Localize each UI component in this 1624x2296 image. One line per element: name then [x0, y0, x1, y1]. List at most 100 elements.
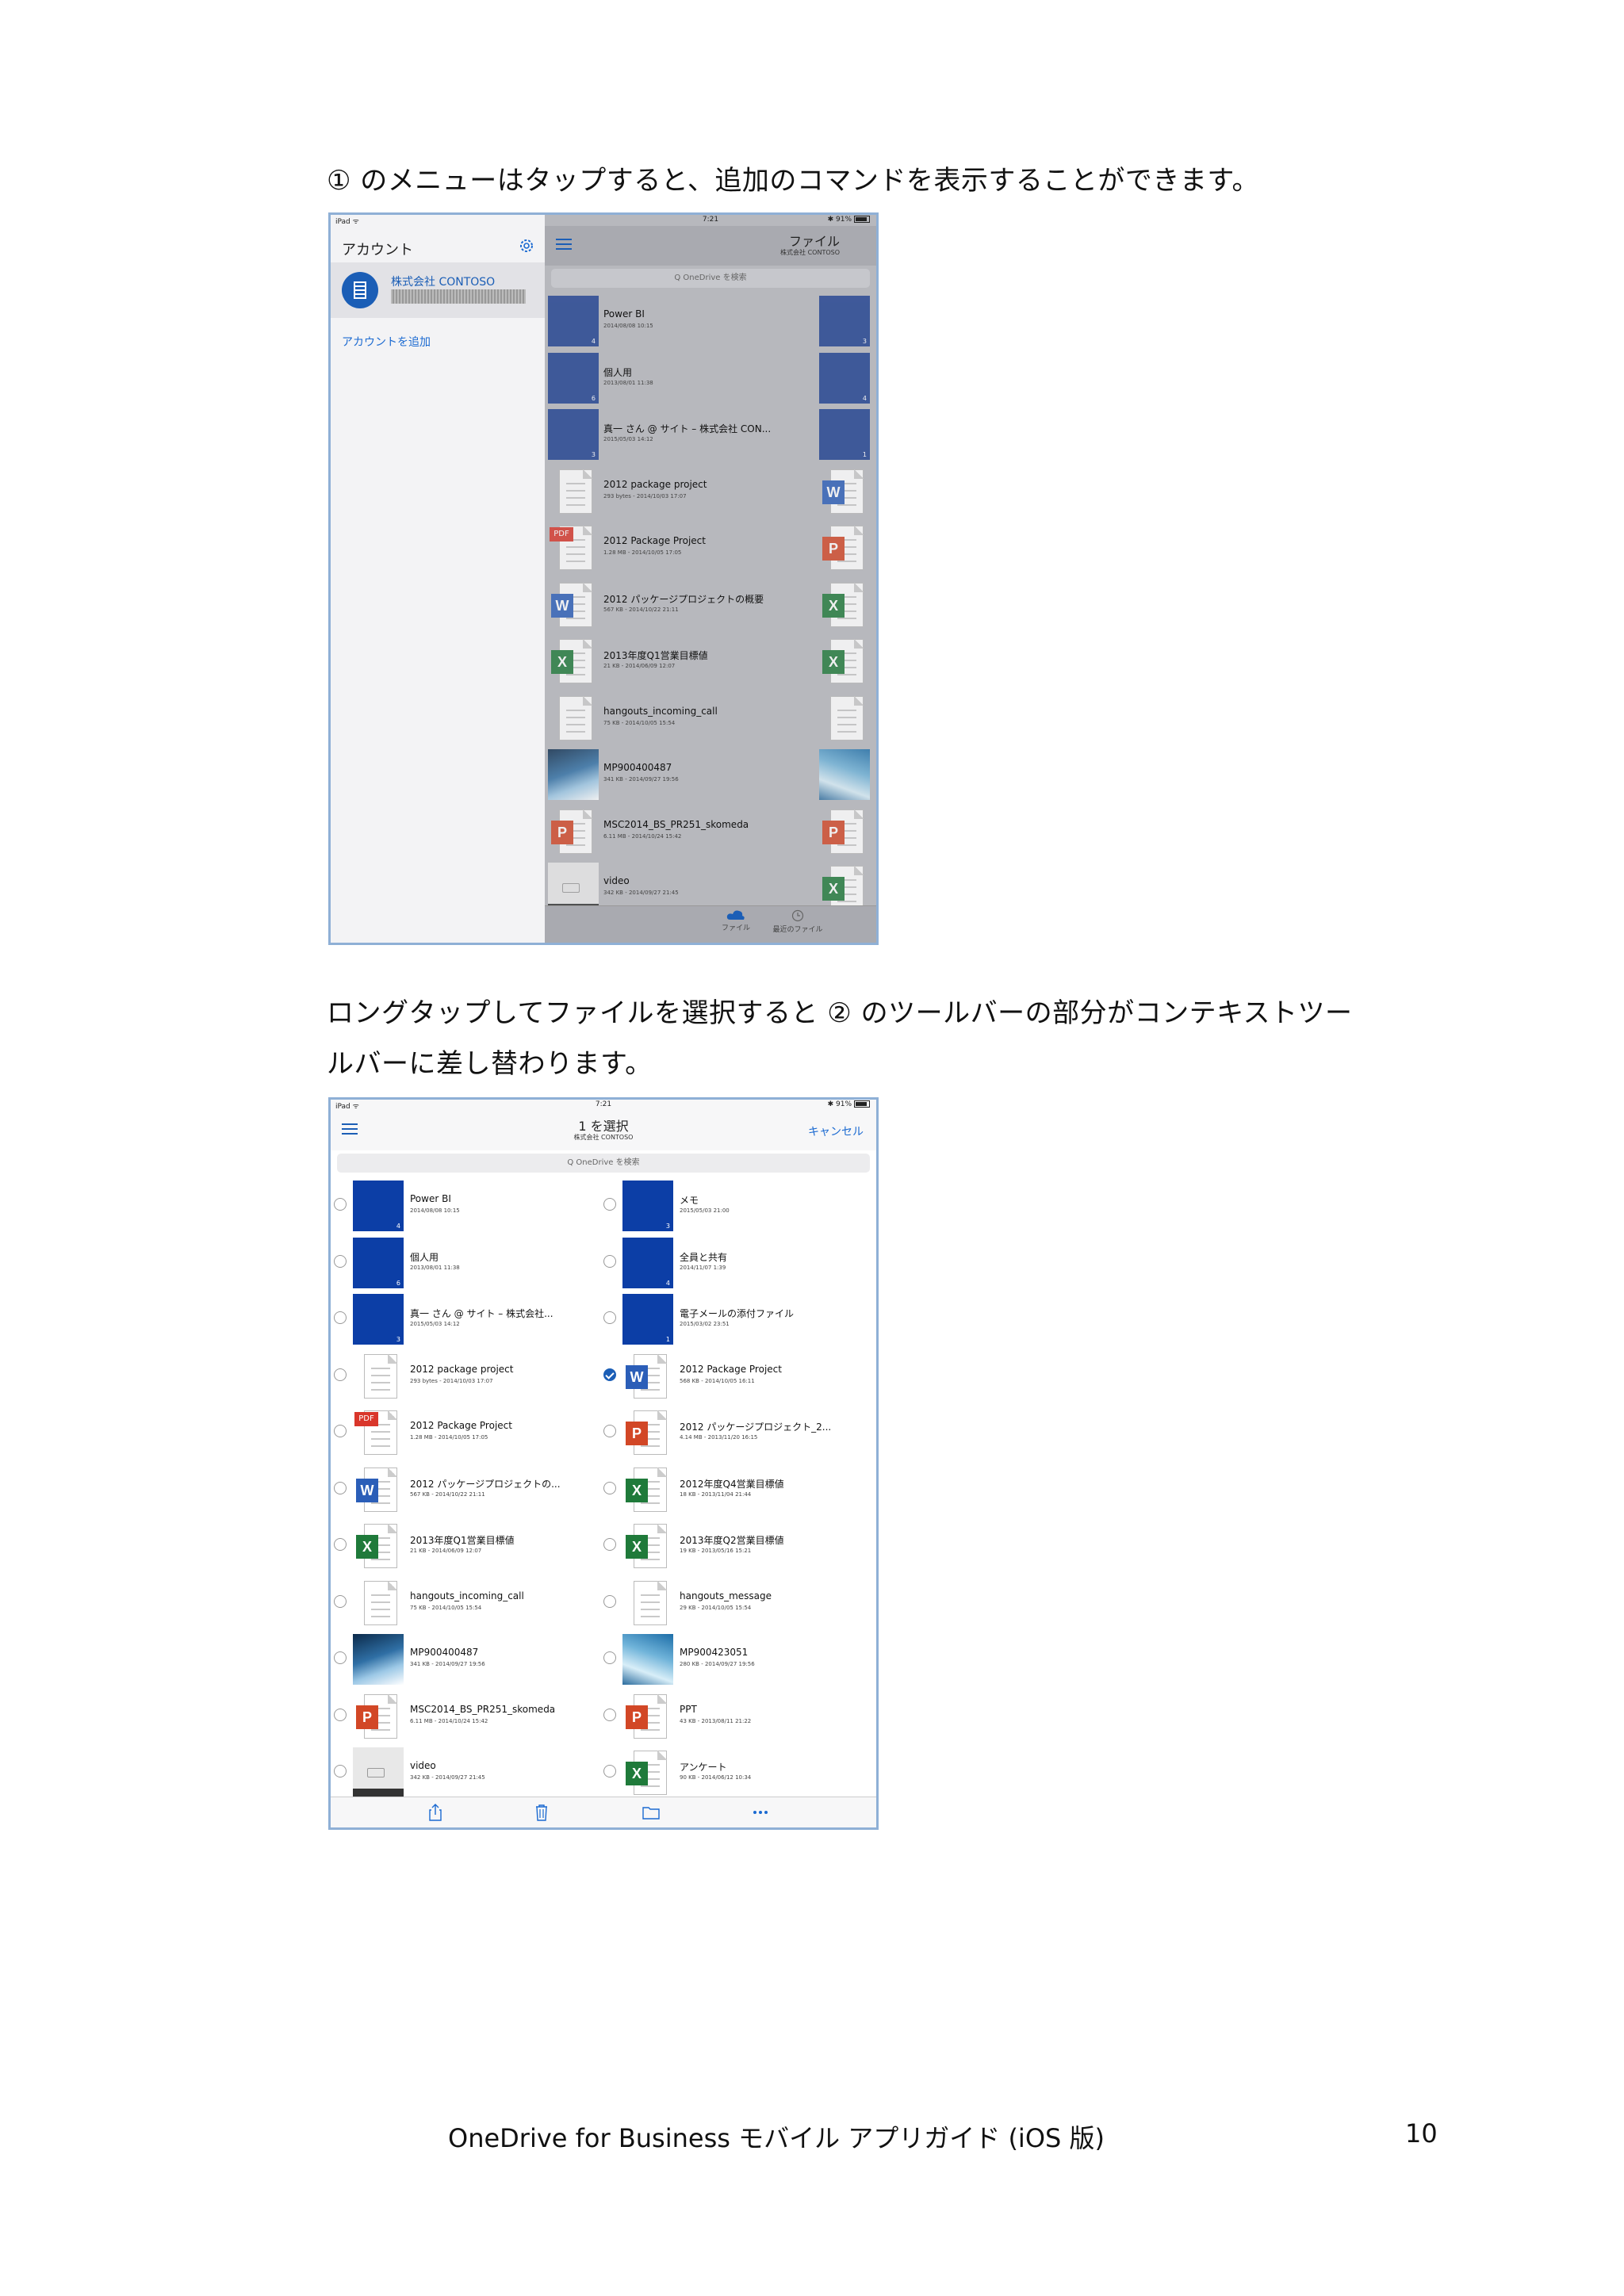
- powerpoint-icon: P: [626, 1422, 648, 1445]
- account-name: 株式会社 CONTOSO: [391, 276, 496, 289]
- file-row[interactable]: X 2012年度Q4営業目標値 18 KB - 2013/11/04 21:44: [600, 1463, 870, 1520]
- checkbox[interactable]: [334, 1368, 347, 1381]
- excel-icon: X: [822, 650, 845, 674]
- screenshot-menu: iPad ᯤ アカウント 株式会社 CONTOSO アカウントを追加 7:21 …: [328, 212, 879, 945]
- excel-icon: X: [822, 877, 845, 901]
- checkbox[interactable]: [603, 1651, 616, 1664]
- file-row[interactable]: MP900400487 341 KB - 2014/09/27 19:56: [545, 748, 876, 805]
- item-count: 4: [396, 1223, 400, 1230]
- status-bar: iPad ᯤ: [331, 215, 545, 226]
- file-row[interactable]: 3 メモ 2015/05/03 21:00: [600, 1179, 870, 1236]
- file-row[interactable]: PDF 2012 Package Project 1.28 MB - 2014/10…: [545, 521, 876, 578]
- file-row[interactable]: 3 真一 さん @ サイト – 株式会社... 2015/05/03 14:12: [331, 1292, 600, 1349]
- folder-icon[interactable]: [642, 1804, 661, 1821]
- file-meta: 293 bytes - 2014/10/03 17:07: [410, 1377, 493, 1384]
- file-row[interactable]: 6 個人用 2013/08/01 11:38 4: [545, 351, 876, 408]
- folder-icon: 1: [622, 1294, 673, 1345]
- add-account-link[interactable]: アカウントを追加: [342, 334, 431, 350]
- account-row[interactable]: 株式会社 CONTOSO: [331, 262, 545, 318]
- file-row[interactable]: X アンケート 90 KB - 2014/06/12 10:34: [600, 1746, 870, 1803]
- file-row[interactable]: P PPT 43 KB - 2013/08/11 21:22: [600, 1689, 870, 1747]
- checkbox[interactable]: [603, 1198, 616, 1211]
- file-row[interactable]: hangouts_incoming_call 75 KB - 2014/10/05…: [545, 691, 876, 748]
- file-row[interactable]: W 2012 パッケージプロジェクトの... 567 KB - 2014/10/22…: [331, 1463, 600, 1520]
- search-input[interactable]: Q OneDrive を検索: [337, 1154, 870, 1173]
- file-row[interactable]: W 2012 Package Project 568 KB - 2014/10/05…: [600, 1349, 870, 1406]
- file-name: 個人用: [603, 366, 633, 378]
- excel-icon: X: [626, 1535, 648, 1559]
- file-row[interactable]: P MSC2014_BS_PR251_skomeda 6.11 MB - 2014/…: [331, 1689, 600, 1747]
- file-thumbnail: X: [622, 1521, 673, 1571]
- text-line: [371, 1601, 390, 1603]
- checkbox[interactable]: [603, 1311, 616, 1324]
- file-meta: 29 KB - 2014/10/05 15:54: [680, 1604, 752, 1611]
- file-row[interactable]: P 2012 パッケージプロジェクト_2... 4.14 MB - 2013/11/…: [600, 1406, 870, 1463]
- file-thumbnail: P: [622, 1691, 673, 1742]
- file-thumbnail: W: [819, 466, 870, 517]
- file-row[interactable]: PDF 2012 Package Project 1.28 MB - 2014/10…: [331, 1406, 600, 1463]
- file-thumbnail: [548, 693, 599, 744]
- file-row[interactable]: 4 全員と共有 2014/11/07 1:39: [600, 1236, 870, 1293]
- file-row[interactable]: hangouts_message 29 KB - 2014/10/05 15:54: [600, 1576, 870, 1633]
- file-row[interactable]: hangouts_incoming_call 75 KB - 2014/10/05…: [331, 1576, 600, 1633]
- file-row[interactable]: 6 個人用 2013/08/01 11:38: [331, 1236, 600, 1293]
- file-row[interactable]: 4 Power BI 2014/08/08 10:15: [331, 1179, 600, 1236]
- file-row[interactable]: W 2012 パッケージプロジェクトの概要 567 KB - 2014/10/22 …: [545, 578, 876, 635]
- file-row[interactable]: 1 電子メールの添付ファイル 2015/03/02 23:51: [600, 1292, 870, 1349]
- more-icon[interactable]: [751, 1804, 770, 1821]
- tab-recent[interactable]: 最近のファイル: [762, 909, 833, 934]
- checkbox[interactable]: [334, 1765, 347, 1777]
- file-name: MSC2014_BS_PR251_skomeda: [410, 1703, 556, 1715]
- file-meta: 2015/03/02 23:51: [680, 1321, 730, 1327]
- checkbox[interactable]: [603, 1425, 616, 1437]
- checkbox[interactable]: [603, 1254, 616, 1268]
- gear-icon[interactable]: [518, 237, 535, 254]
- file-row[interactable]: 3 真一 さん @ サイト – 株式会社 CON... 2015/05/03 14:…: [545, 408, 876, 465]
- checkbox[interactable]: [603, 1594, 616, 1608]
- trash-icon[interactable]: [532, 1804, 551, 1821]
- checkbox[interactable]: [334, 1708, 347, 1721]
- checkbox[interactable]: [334, 1538, 347, 1551]
- file-thumbnail: P: [622, 1407, 673, 1458]
- checkbox[interactable]: [334, 1425, 347, 1437]
- checkbox[interactable]: [603, 1481, 616, 1494]
- file-thumbnail: [353, 1351, 404, 1402]
- file-row[interactable]: X 2013年度Q2営業目標値 19 KB - 2013/05/16 15:21: [600, 1519, 870, 1576]
- file-meta: 90 KB - 2014/06/12 10:34: [680, 1774, 752, 1781]
- hamburger-menu-icon[interactable]: [556, 239, 572, 250]
- folder-icon: 3: [548, 409, 599, 460]
- search-input[interactable]: Q OneDrive を検索: [551, 269, 870, 288]
- share-icon[interactable]: [426, 1804, 445, 1821]
- file-row[interactable]: MP900400487 341 KB - 2014/09/27 19:56: [331, 1632, 600, 1689]
- file-row[interactable]: P MSC2014_BS_PR251_skomeda 6.11 MB - 2014/…: [545, 805, 876, 862]
- checkbox[interactable]: [334, 1651, 347, 1664]
- battery-indicator: ✱ 91%: [828, 1100, 870, 1108]
- checkbox[interactable]: [603, 1765, 616, 1777]
- cancel-button[interactable]: キャンセル: [808, 1123, 864, 1139]
- checkbox[interactable]: [603, 1538, 616, 1551]
- file-name: 2012 Package Project: [680, 1363, 782, 1375]
- file-row[interactable]: MP900423051 280 KB - 2014/09/27 19:56: [600, 1632, 870, 1689]
- excel-icon: X: [626, 1762, 648, 1785]
- checkbox[interactable]: [334, 1254, 347, 1268]
- file-row[interactable]: video 342 KB - 2014/09/27 21:45: [331, 1746, 600, 1803]
- checkbox[interactable]: [334, 1481, 347, 1494]
- tab-files[interactable]: ファイル: [700, 909, 772, 932]
- file-row[interactable]: 4 Power BI 2014/08/08 10:15 3: [545, 294, 876, 351]
- checkbox[interactable]: [334, 1594, 347, 1608]
- file-row[interactable]: 2012 package project 293 bytes - 2014/10/…: [331, 1349, 600, 1406]
- file-thumbnail: [353, 1578, 404, 1628]
- file-name: MP900400487: [410, 1647, 479, 1658]
- file-name: MP900423051: [680, 1647, 749, 1658]
- file-row[interactable]: X 2013年度Q1営業目標値 21 KB - 2014/06/09 12:07 X: [545, 634, 876, 691]
- file-meta: 2014/08/08 10:15: [603, 323, 653, 329]
- checkbox-checked[interactable]: [603, 1368, 616, 1381]
- file-row[interactable]: X 2013年度Q1営業目標値 21 KB - 2014/06/09 12:07: [331, 1519, 600, 1576]
- powerpoint-icon: P: [551, 820, 573, 844]
- item-count: 3: [862, 338, 867, 345]
- file-row[interactable]: 2012 package project 293 bytes - 2014/10/…: [545, 465, 876, 522]
- checkbox[interactable]: [603, 1708, 616, 1721]
- page-number: 10: [1405, 2118, 1438, 2149]
- checkbox[interactable]: [334, 1311, 347, 1324]
- checkbox[interactable]: [334, 1198, 347, 1211]
